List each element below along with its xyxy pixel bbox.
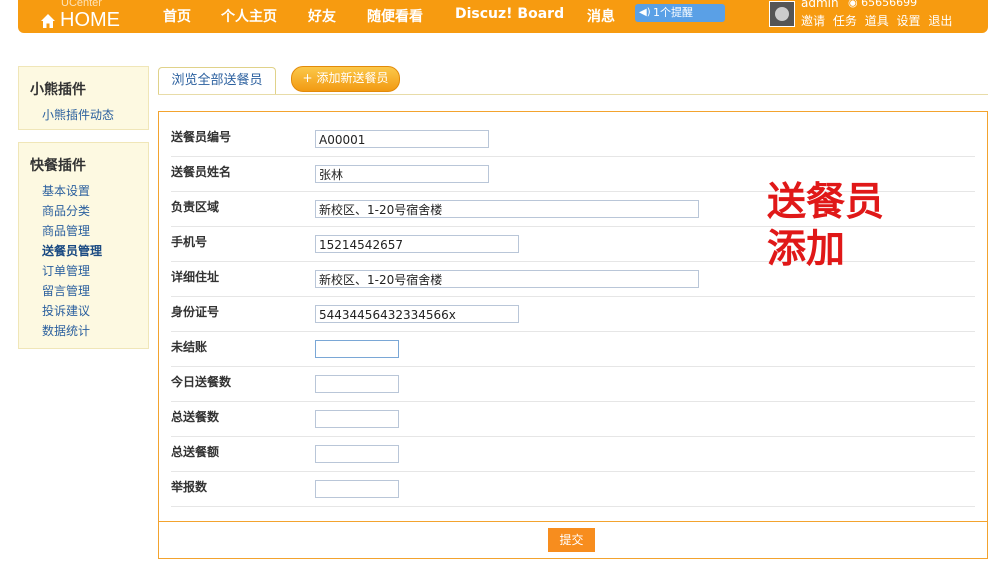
top-nav-bar: UCenter HOME 首页 个人主页 好友 随便看看 Discuz! Boa…: [18, 0, 988, 33]
field-label: 身份证号: [171, 305, 220, 319]
total-deliveries-input[interactable]: [315, 410, 399, 428]
form-row: 举报数: [171, 472, 975, 507]
form-row: 今日送餐数: [171, 367, 975, 402]
sidebar-group-title: 小熊插件: [30, 82, 86, 98]
add-courier-button[interactable]: + 添加新送餐员: [291, 66, 400, 92]
divider: [158, 94, 988, 95]
address-input[interactable]: 新校区、1-20号宿舍楼: [315, 270, 699, 288]
id-card-input[interactable]: 54434456432334566x: [315, 305, 519, 323]
form-row: 身份证号 54434456432334566x: [171, 297, 975, 332]
sidebar-item-messages[interactable]: 留言管理: [42, 282, 90, 299]
field-label: 总送餐数: [171, 410, 220, 424]
nav-friends[interactable]: 好友: [308, 6, 336, 26]
notice-badge[interactable]: ◀) 1个提醒: [635, 4, 725, 22]
sidebar-item-categories[interactable]: 商品分类: [42, 202, 90, 219]
field-label: 送餐员姓名: [171, 165, 232, 179]
avatar[interactable]: [769, 1, 795, 27]
field-label: 送餐员编号: [171, 130, 232, 144]
sidebar-group-xiaoxiong: 小熊插件 小熊插件动态: [18, 66, 149, 130]
logo-ucenter-text: UCenter: [61, 0, 102, 9]
home-icon: [41, 14, 55, 28]
field-label: 举报数: [171, 480, 208, 494]
field-label: 手机号: [171, 235, 208, 249]
sidebar-group-kuaican: 快餐插件 基本设置 商品分类 商品管理 送餐员管理 订单管理 留言管理 投诉建议…: [18, 142, 149, 349]
user-links: 邀请 任务 道具 设置 退出: [801, 12, 956, 29]
tab-browse-couriers[interactable]: 浏览全部送餐员: [158, 67, 276, 94]
field-label: 详细住址: [171, 270, 220, 284]
sidebar-item-orders[interactable]: 订单管理: [42, 262, 90, 279]
link-logout[interactable]: 退出: [928, 14, 952, 28]
annotation-line: 送餐员 添加: [767, 180, 885, 272]
coins-value: 65656699: [861, 0, 918, 9]
sidebar-item-complaints[interactable]: 投诉建议: [42, 302, 90, 319]
sidebar-item-xiaoxiong-news[interactable]: 小熊插件动态: [42, 106, 114, 123]
form-row: 总送餐数: [171, 402, 975, 437]
nav-messages[interactable]: 消息: [587, 6, 615, 26]
nav-profile[interactable]: 个人主页: [221, 6, 277, 26]
unsettled-input[interactable]: [315, 340, 399, 358]
courier-id-input[interactable]: A00001: [315, 130, 489, 148]
phone-input[interactable]: 15214542657: [315, 235, 519, 253]
report-count-input[interactable]: [315, 480, 399, 498]
plus-icon: +: [302, 71, 313, 85]
field-label: 今日送餐数: [171, 375, 232, 389]
courier-name-input[interactable]: 张林: [315, 165, 489, 183]
field-label: 总送餐额: [171, 445, 220, 459]
field-label: 未结账: [171, 340, 208, 354]
total-amount-input[interactable]: [315, 445, 399, 463]
logo-home-text: HOME: [60, 9, 120, 31]
notice-text: 1个提醒: [653, 6, 693, 19]
sidebar-group-title: 快餐插件: [30, 158, 86, 174]
submit-button[interactable]: 提交: [548, 528, 595, 552]
link-tasks[interactable]: 任务: [833, 14, 857, 28]
form-footer-divider: [159, 521, 987, 522]
sidebar-item-statistics[interactable]: 数据统计: [42, 322, 90, 339]
username[interactable]: admin: [801, 0, 839, 10]
nav-discuz-board[interactable]: Discuz! Board: [455, 6, 564, 22]
sidebar-item-basic-settings[interactable]: 基本设置: [42, 182, 90, 199]
coin-icon: ◉: [848, 0, 858, 9]
form-row: 送餐员编号 A00001: [171, 122, 975, 157]
link-props[interactable]: 道具: [865, 14, 889, 28]
sidebar-item-products[interactable]: 商品管理: [42, 222, 90, 239]
link-settings[interactable]: 设置: [897, 14, 921, 28]
sidebar-item-couriers[interactable]: 送餐员管理: [42, 242, 102, 259]
form-row: 未结账: [171, 332, 975, 367]
area-input[interactable]: 新校区、1-20号宿舍楼: [315, 200, 699, 218]
today-deliveries-input[interactable]: [315, 375, 399, 393]
nav-home[interactable]: 首页: [163, 6, 191, 26]
link-invite[interactable]: 邀请: [801, 14, 825, 28]
annotation-text: 送餐员 添加: [767, 179, 884, 273]
speaker-icon: ◀): [639, 7, 651, 18]
coins: ◉ 65656699: [848, 0, 917, 9]
add-courier-label: 添加新送餐员: [316, 71, 389, 85]
nav-explore[interactable]: 随便看看: [367, 6, 423, 26]
field-label: 负责区域: [171, 200, 220, 214]
form-row: 总送餐额: [171, 437, 975, 472]
